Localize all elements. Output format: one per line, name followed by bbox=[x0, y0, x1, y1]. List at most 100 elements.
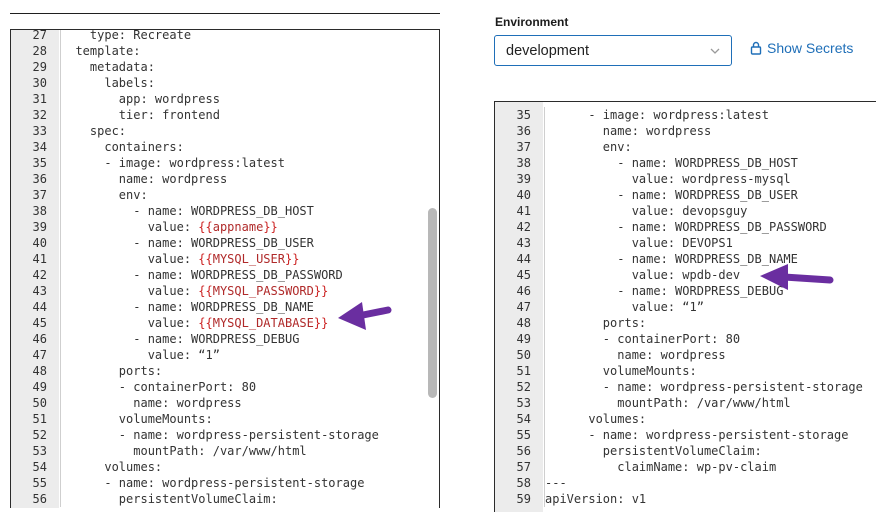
line-text: value: {{MYSQL_PASSWORD}} bbox=[60, 283, 328, 299]
show-secrets-button[interactable]: Show Secrets bbox=[750, 40, 853, 56]
template-brace-close: }} bbox=[284, 252, 300, 266]
code-text: labels: bbox=[61, 76, 155, 90]
line-text: - image: wordpress:latest bbox=[544, 107, 769, 123]
code-text: name: wordpress bbox=[545, 124, 712, 138]
line-number: 47 bbox=[516, 300, 531, 314]
show-secrets-label: Show Secrets bbox=[767, 40, 854, 56]
line-number: 43 bbox=[32, 284, 47, 298]
line-number: 55 bbox=[516, 428, 531, 442]
line-text: value: “1” bbox=[60, 347, 220, 363]
code-text: volumes: bbox=[545, 412, 647, 426]
top-divider bbox=[10, 13, 440, 14]
code-line: 49 - containerPort: 80 bbox=[495, 331, 876, 347]
code-text: mountPath: /var/www/html bbox=[61, 444, 307, 458]
line-number: 38 bbox=[516, 156, 531, 170]
line-number: 52 bbox=[516, 380, 531, 394]
template-editor-left[interactable]: 27 type: Recreate 28 template: 29 metadata… bbox=[10, 29, 440, 508]
line-text: containers: bbox=[60, 139, 184, 155]
line-number: 33 bbox=[32, 124, 47, 138]
code-line: 59 apiVersion: v1 bbox=[495, 491, 876, 507]
code-line: 43 value: DEVOPS1 bbox=[495, 235, 876, 251]
line-text: value: devopsguy bbox=[544, 203, 747, 219]
line-text: persistentVolumeClaim: bbox=[60, 491, 278, 507]
line-number: 38 bbox=[32, 204, 47, 218]
code-line: 38 - name: WORDPRESS_DB_HOST bbox=[495, 155, 876, 171]
line-text: volumes: bbox=[60, 459, 162, 475]
environment-select[interactable]: development bbox=[494, 35, 732, 66]
line-number: 49 bbox=[516, 332, 531, 346]
rendered-preview-right[interactable]: 35 - image: wordpress:latest 36 name: wor… bbox=[494, 101, 876, 512]
code-text: ports: bbox=[61, 364, 163, 378]
line-number: 53 bbox=[516, 396, 531, 410]
line-number: 39 bbox=[32, 220, 47, 234]
code-text: - containerPort: 80 bbox=[545, 332, 741, 346]
line-number: 45 bbox=[516, 268, 531, 282]
code-text: value: bbox=[61, 252, 199, 266]
template-variable: MYSQL_PASSWORD bbox=[212, 284, 314, 298]
line-text: - image: wordpress:latest bbox=[60, 155, 285, 171]
template-brace-close: }} bbox=[263, 220, 278, 234]
code-text: volumes: bbox=[61, 460, 163, 474]
code-text: name: wordpress bbox=[545, 348, 726, 362]
template-variable: MYSQL_DATABASE bbox=[212, 316, 314, 330]
line-text: claimName: wp-pv-claim bbox=[544, 459, 776, 475]
line-number: 46 bbox=[516, 284, 531, 298]
code-line: 47 value: “1” bbox=[11, 347, 439, 363]
line-number: 27 bbox=[32, 29, 47, 42]
line-number: 52 bbox=[32, 428, 47, 442]
line-text: - containerPort: 80 bbox=[60, 379, 256, 395]
code-lines: 35 - image: wordpress:latest 36 name: wor… bbox=[495, 107, 876, 507]
code-text: value: bbox=[61, 316, 199, 330]
code-text: persistentVolumeClaim: bbox=[545, 444, 762, 458]
code-line: 36 name: wordpress bbox=[495, 123, 876, 139]
code-line: 53 mountPath: /var/www/html bbox=[495, 395, 876, 411]
code-line: 54 volumes: bbox=[11, 459, 439, 475]
line-text: --- bbox=[544, 475, 567, 491]
code-line: 37 env: bbox=[11, 187, 439, 203]
line-number: 53 bbox=[32, 444, 47, 458]
template-brace-open: {{ bbox=[198, 252, 213, 266]
code-line: 58 --- bbox=[495, 475, 876, 491]
code-text: - name: WORDPRESS_DEBUG bbox=[545, 284, 784, 298]
line-number: 44 bbox=[516, 252, 531, 266]
code-line: 48 ports: bbox=[495, 315, 876, 331]
line-number: 31 bbox=[32, 92, 47, 106]
annotation-arrow-right bbox=[760, 264, 834, 290]
code-text: - name: wordpress-persistent-storage bbox=[545, 428, 849, 442]
code-line: 27 type: Recreate bbox=[11, 29, 439, 43]
line-text: volumeMounts: bbox=[544, 363, 697, 379]
line-text: - name: WORDPRESS_DB_PASSWORD bbox=[60, 267, 343, 283]
code-line: 39 value: {{appname}} bbox=[11, 219, 439, 235]
code-text: --- bbox=[545, 476, 567, 490]
code-text: - name: WORDPRESS_DB_HOST bbox=[545, 156, 798, 170]
code-line: 52 - name: wordpress-persistent-storage bbox=[495, 379, 876, 395]
code-line: 52 - name: wordpress-persistent-storage bbox=[11, 427, 439, 443]
line-number: 51 bbox=[32, 412, 47, 426]
line-number: 32 bbox=[32, 108, 47, 122]
code-text: env: bbox=[61, 188, 148, 202]
line-text: metadata: bbox=[60, 59, 155, 75]
line-number: 45 bbox=[32, 316, 47, 330]
line-text: - containerPort: 80 bbox=[544, 331, 740, 347]
line-text: value: “1” bbox=[544, 299, 704, 315]
code-line: 55 - name: wordpress-persistent-storage bbox=[11, 475, 439, 491]
code-text: template: bbox=[61, 44, 141, 58]
line-number: 43 bbox=[516, 236, 531, 250]
code-line: 36 name: wordpress bbox=[11, 171, 439, 187]
code-text: value: “1” bbox=[61, 348, 220, 362]
template-brace-open: {{ bbox=[198, 316, 213, 330]
line-number: 51 bbox=[516, 364, 531, 378]
environment-label: Environment bbox=[495, 15, 569, 29]
chevron-down-icon bbox=[710, 48, 720, 54]
line-number: 42 bbox=[516, 220, 531, 234]
line-text: volumeMounts: bbox=[60, 411, 213, 427]
line-text: persistentVolumeClaim: bbox=[544, 443, 762, 459]
line-text: tier: frontend bbox=[60, 107, 220, 123]
line-number: 44 bbox=[32, 300, 47, 314]
vertical-scrollbar-thumb[interactable] bbox=[428, 208, 437, 398]
line-text: name: wordpress bbox=[544, 347, 726, 363]
code-line: 39 value: wordpress-mysql bbox=[495, 171, 876, 187]
template-brace-close: }} bbox=[313, 284, 329, 298]
code-text: - name: WORDPRESS_DB_USER bbox=[61, 236, 314, 250]
code-text: - name: wordpress-persistent-storage bbox=[61, 476, 365, 490]
